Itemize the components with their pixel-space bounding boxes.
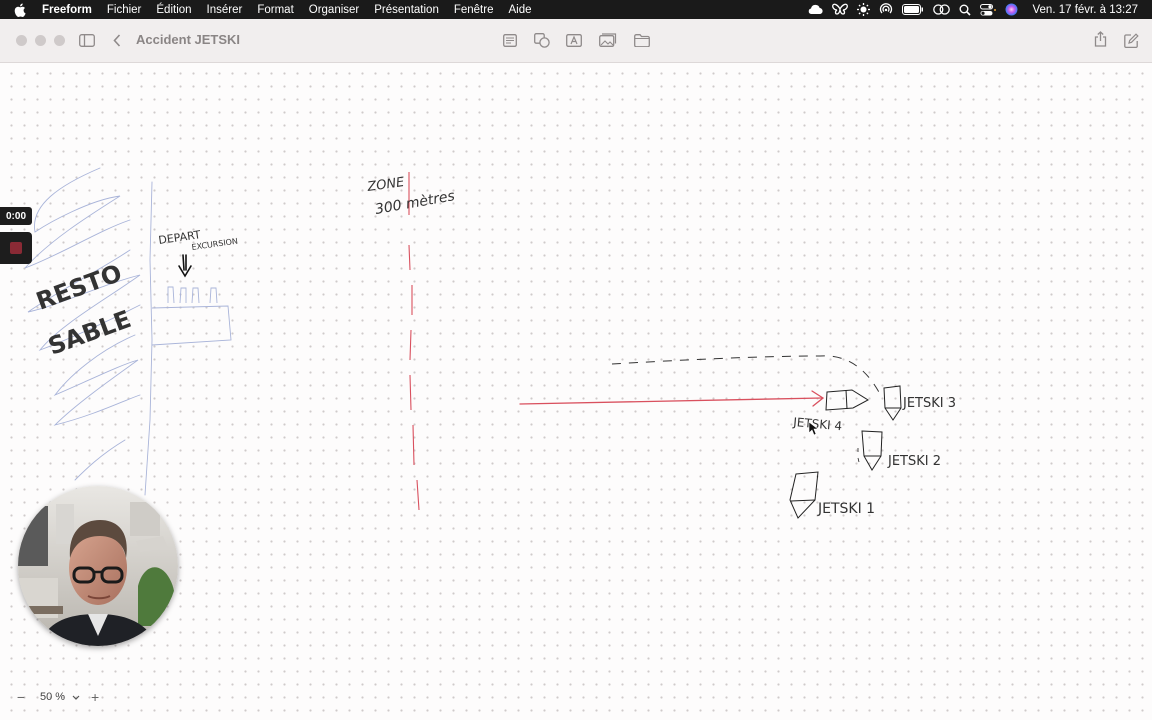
zoom-in-button[interactable]: + xyxy=(84,689,106,705)
menu-format[interactable]: Format xyxy=(257,4,293,16)
zone-label-2: 300 mètres xyxy=(374,188,456,218)
menu-fichier[interactable]: Fichier xyxy=(107,4,142,16)
webcam-presenter-image xyxy=(18,486,178,646)
search-icon[interactable] xyxy=(959,4,971,16)
minimize-window-button[interactable] xyxy=(35,35,46,46)
menu-fenetre[interactable]: Fenêtre xyxy=(454,4,494,16)
jetski-2-sketch xyxy=(857,430,883,471)
dashed-trajectory xyxy=(611,355,881,395)
webcam-bubble[interactable] xyxy=(18,486,178,646)
text-box-icon[interactable] xyxy=(565,32,583,48)
jetski4-trajectory-arrow xyxy=(519,390,825,407)
zoom-control: − 50 % + xyxy=(10,688,106,706)
folder-icon[interactable] xyxy=(633,32,651,48)
menu-bar: Freeform Fichier Édition Insérer Format … xyxy=(0,0,1152,19)
butterfly-icon[interactable] xyxy=(831,3,848,16)
zoom-window-button[interactable] xyxy=(54,35,65,46)
siri-icon[interactable] xyxy=(1005,3,1018,16)
compose-icon[interactable] xyxy=(1122,31,1140,49)
back-chevron-icon[interactable] xyxy=(110,32,124,48)
apple-icon[interactable] xyxy=(14,3,30,17)
window-toolbar: Accident JETSKI xyxy=(0,19,1152,63)
control-center-icon[interactable] xyxy=(979,3,996,16)
stop-icon xyxy=(10,242,22,254)
menu-organiser[interactable]: Organiser xyxy=(309,4,360,16)
pier-sketch xyxy=(151,286,232,346)
jetski-4-label: JETSKI 4 xyxy=(792,415,843,433)
zone-limit-line xyxy=(408,172,420,511)
jetski-3-label: JETSKI 3 xyxy=(902,396,956,411)
zone-label-1: ZONE xyxy=(365,175,406,195)
resto-label-2: SABLE xyxy=(44,305,134,361)
menubar-clock[interactable]: Ven. 17 févr. à 13:27 xyxy=(1033,4,1139,16)
cloud-icon[interactable] xyxy=(807,4,823,15)
airdrop-icon[interactable] xyxy=(879,3,893,16)
media-icon[interactable] xyxy=(598,32,618,48)
resto-label-1: RESTO xyxy=(32,259,125,316)
sidebar-icon[interactable] xyxy=(78,32,96,48)
menu-edition[interactable]: Édition xyxy=(156,4,191,16)
shapes-icon[interactable] xyxy=(533,31,551,49)
zoom-out-button[interactable]: − xyxy=(10,689,32,705)
board-drawing: RESTO SABLE DEPART EXCURSION ZONE 300 mè… xyxy=(24,167,956,519)
zoom-level[interactable]: 50 % xyxy=(40,691,65,703)
window-controls xyxy=(16,35,65,46)
menu-presentation[interactable]: Présentation xyxy=(374,4,439,16)
stop-recording-button[interactable] xyxy=(0,232,32,264)
chevron-down-icon[interactable] xyxy=(72,695,80,700)
jetski-4-sketch xyxy=(825,389,869,411)
jetski-3-sketch xyxy=(883,385,902,421)
link-icon[interactable] xyxy=(932,4,950,15)
recording-timer: 0:00 xyxy=(0,207,32,225)
note-icon[interactable] xyxy=(501,32,519,48)
document-title[interactable]: Accident JETSKI xyxy=(136,32,240,47)
jetski-1-label: JETSKI 1 xyxy=(817,501,875,517)
jetski-1-sketch xyxy=(789,471,819,519)
menu-app-freeform[interactable]: Freeform xyxy=(42,4,92,16)
departure-arrow xyxy=(178,254,192,278)
battery-icon[interactable] xyxy=(901,4,924,15)
jetski-2-label: JETSKI 2 xyxy=(887,454,941,469)
board-canvas[interactable]: RESTO SABLE DEPART EXCURSION ZONE 300 mè… xyxy=(0,63,1152,720)
share-icon[interactable] xyxy=(1091,30,1109,48)
menu-aide[interactable]: Aide xyxy=(508,4,531,16)
sun-icon[interactable] xyxy=(856,3,870,16)
close-window-button[interactable] xyxy=(16,35,27,46)
menu-inserer[interactable]: Insérer xyxy=(207,4,243,16)
